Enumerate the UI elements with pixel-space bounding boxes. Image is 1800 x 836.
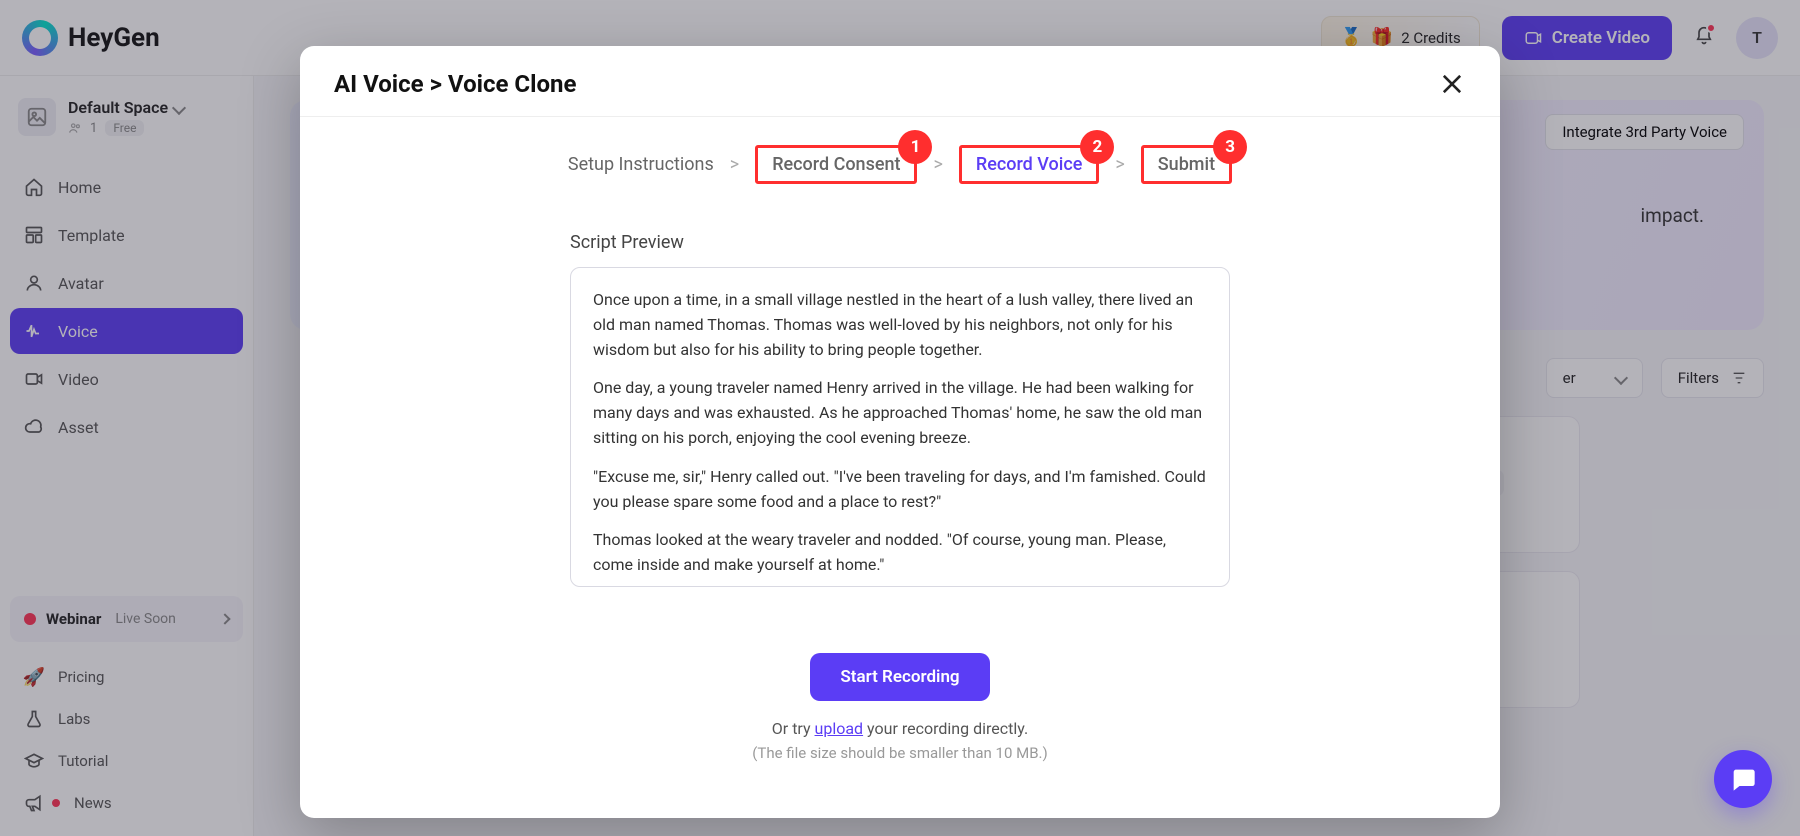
script-paragraph: "Excuse me, sir," Henry called out. "I'v…	[593, 465, 1207, 515]
file-size-hint: (The file size should be smaller than 10…	[752, 744, 1047, 762]
help-fab[interactable]	[1714, 750, 1772, 808]
chat-icon	[1729, 765, 1757, 793]
step-submit[interactable]: Submit 3	[1141, 145, 1232, 184]
alt-prefix: Or try	[772, 719, 815, 738]
step-consent[interactable]: Record Consent 1	[755, 145, 917, 184]
script-paragraph: Once upon a time, in a small village nes…	[593, 288, 1207, 362]
step-separator: >	[730, 154, 739, 175]
start-recording-label: Start Recording	[840, 667, 959, 687]
start-recording-button[interactable]: Start Recording	[810, 653, 989, 701]
modal-title: AI Voice > Voice Clone	[334, 70, 576, 98]
close-icon[interactable]	[1438, 70, 1466, 98]
script-preview-box[interactable]: Once upon a time, in a small village nes…	[570, 267, 1230, 587]
step-record-voice[interactable]: Record Voice 2	[959, 145, 1099, 184]
step-setup: Setup Instructions	[568, 154, 714, 175]
step-submit-label: Submit	[1158, 154, 1215, 175]
voice-clone-modal: AI Voice > Voice Clone Setup Instruction…	[300, 46, 1500, 818]
step-consent-label: Record Consent	[772, 154, 900, 175]
modal-header: AI Voice > Voice Clone	[300, 46, 1500, 117]
upload-link[interactable]: upload	[815, 719, 864, 738]
step-separator: >	[933, 154, 942, 175]
alt-suffix: your recording directly.	[863, 719, 1028, 738]
step-badge: 1	[898, 130, 932, 164]
script-paragraph: Thomas looked at the weary traveler and …	[593, 528, 1207, 578]
script-preview-section: Script Preview Once upon a time, in a sm…	[570, 232, 1230, 587]
script-paragraph: One day, a young traveler named Henry ar…	[593, 376, 1207, 450]
modal-body: Setup Instructions > Record Consent 1 > …	[300, 117, 1500, 818]
step-separator: >	[1115, 154, 1124, 175]
wizard-steps: Setup Instructions > Record Consent 1 > …	[568, 145, 1232, 184]
step-badge: 3	[1213, 130, 1247, 164]
step-record-label: Record Voice	[976, 154, 1082, 175]
upload-alt-line: Or try upload your recording directly.	[772, 719, 1028, 738]
script-preview-label: Script Preview	[570, 232, 1230, 253]
step-badge: 2	[1080, 130, 1114, 164]
